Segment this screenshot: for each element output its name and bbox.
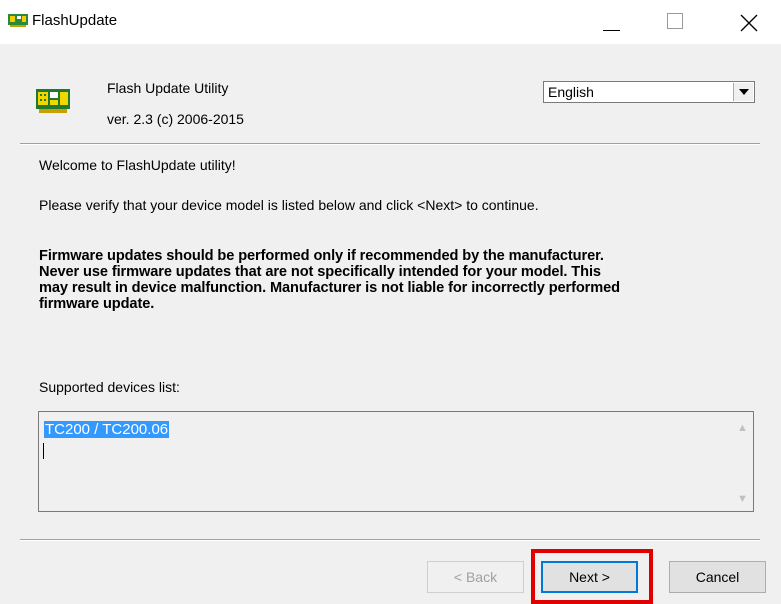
divider [20,143,760,145]
warning-line: Firmware updates should be performed onl… [39,248,604,264]
minimize-button[interactable] [588,0,634,44]
utility-version: ver. 2.3 (c) 2006-2015 [107,111,244,127]
scrollbar[interactable]: ▲ ▼ [734,414,751,509]
devices-list-label: Supported devices list: [39,379,180,395]
divider [20,539,760,541]
window-title: FlashUpdate [32,12,118,29]
list-item[interactable]: TC200 / TC200.06 [44,421,170,438]
title-bar: FlashUpdate [0,0,781,44]
instruction-text: Please verify that your device model is … [39,197,539,213]
language-selected-value: English [548,84,594,100]
devices-list[interactable]: TC200 / TC200.06 ▲ ▼ [38,411,754,512]
scroll-down-icon[interactable]: ▼ [737,493,748,505]
close-icon [740,14,758,32]
warning-line: Never use firmware updates that are not … [39,264,601,280]
welcome-text: Welcome to FlashUpdate utility! [39,157,236,173]
scroll-up-icon[interactable]: ▲ [737,422,748,434]
text-caret [43,443,44,459]
circuit-board-icon [8,14,28,27]
warning-text: Firmware updates should be performed onl… [39,248,751,312]
utility-name: Flash Update Utility [107,80,229,96]
warning-line: may result in device malfunction. Manufa… [39,280,620,296]
back-button[interactable]: < Back [427,561,524,593]
chevron-down-icon[interactable] [733,83,753,101]
cancel-button[interactable]: Cancel [669,561,766,593]
circuit-board-icon [36,89,70,113]
maximize-button[interactable] [654,0,700,44]
next-button-highlight [531,549,653,604]
close-button[interactable] [726,0,772,44]
warning-line: firmware update. [39,296,155,312]
language-select[interactable]: English [543,81,755,103]
